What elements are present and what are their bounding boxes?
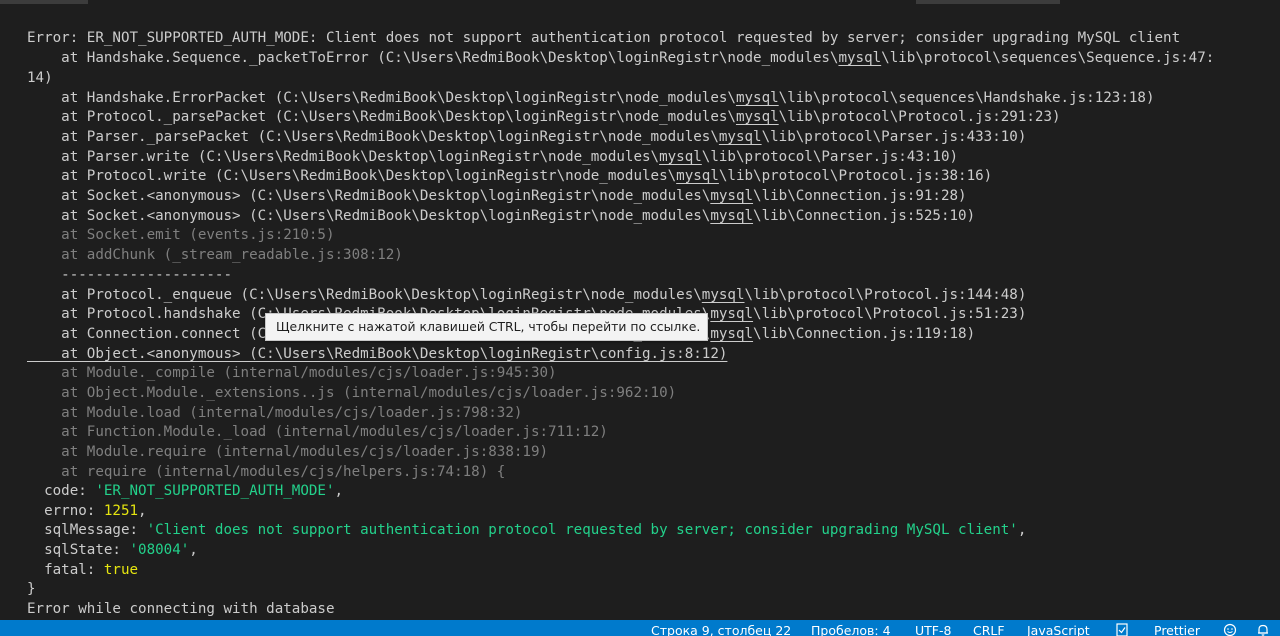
module-name-link[interactable]: mysql xyxy=(676,168,719,184)
terminal-line-dim: at require (internal/modules/cjs/helpers… xyxy=(27,464,506,480)
property-value: true xyxy=(103,562,139,578)
terminal-line[interactable]: at Parser._parsePacket (C:\Users\RedmiBo… xyxy=(27,127,1026,147)
terminal-line-dim: at Module.require (internal/modules/cjs/… xyxy=(27,444,549,460)
indentation[interactable]: Пробелов: 4 xyxy=(811,622,891,636)
stack-separator: -------------------- xyxy=(27,267,232,283)
feedback-icon[interactable] xyxy=(1223,623,1237,636)
terminal-line: Error: ER_NOT_SUPPORTED_AUTH_MODE: Clien… xyxy=(27,30,1181,46)
terminal-line-dim: at Function.Module._load (internal/modul… xyxy=(27,424,608,440)
status-bar: Строка 9, столбец 22 Пробелов: 4 UTF-8 C… xyxy=(0,620,1280,636)
module-name-link[interactable]: mysql xyxy=(702,287,745,303)
module-name-link[interactable]: mysql xyxy=(719,129,762,145)
terminal-line[interactable]: at Protocol._parsePacket (C:\Users\Redmi… xyxy=(27,107,1060,127)
error-prop-fatal: fatal: true xyxy=(27,562,139,578)
error-prop-code: code: 'ER_NOT_SUPPORTED_AUTH_MODE', xyxy=(27,483,344,499)
terminal-line[interactable]: at Socket.<anonymous> (C:\Users\RedmiBoo… xyxy=(27,206,975,226)
module-name-link[interactable]: mysql xyxy=(736,90,779,106)
stack-frame-text: at Handshake.Sequence._packetToError (C:… xyxy=(27,50,1215,66)
error-prop-sqlstate: sqlState: '08004', xyxy=(27,542,198,558)
terminal-top-strip xyxy=(916,0,1060,4)
property-value: '08004' xyxy=(129,542,190,558)
terminal-line-dim: at Module._compile (internal/modules/cjs… xyxy=(27,365,557,381)
terminal-line-dim: at addChunk (_stream_readable.js:308:12) xyxy=(27,247,403,263)
error-prop-errno: errno: 1251, xyxy=(27,503,147,519)
terminal-line[interactable]: at Parser.write (C:\Users\RedmiBook\Desk… xyxy=(27,147,958,167)
terminal-line[interactable]: at Protocol._enqueue (C:\Users\RedmiBook… xyxy=(27,285,1026,305)
terminal-line: 14) xyxy=(27,70,53,86)
line-endings[interactable]: CRLF xyxy=(973,622,1005,636)
terminal-line-hovered-link[interactable]: at Object.<anonymous> (C:\Users\RedmiBoo… xyxy=(27,344,727,364)
vscode-window: Error: ER_NOT_SUPPORTED_AUTH_MODE: Clien… xyxy=(0,0,1280,636)
property-value: 1251 xyxy=(103,503,139,519)
terminal-line[interactable]: at Handshake.ErrorPacket (C:\Users\Redmi… xyxy=(27,88,1154,108)
terminal-top-strip xyxy=(0,0,88,4)
terminal-line-dim: at Object.Module._extensions..js (intern… xyxy=(27,385,677,401)
encoding[interactable]: UTF-8 xyxy=(915,622,951,636)
cursor-position[interactable]: Строка 9, столбец 22 xyxy=(651,622,791,636)
module-name-link[interactable]: mysql xyxy=(710,188,753,204)
formatter-icon[interactable] xyxy=(1115,623,1129,636)
bell-icon[interactable] xyxy=(1256,623,1270,636)
terminal-line-dim: at Socket.emit (events.js:210:5) xyxy=(27,227,335,243)
property-value: 'ER_NOT_SUPPORTED_AUTH_MODE' xyxy=(95,483,335,499)
module-name-link[interactable]: mysql xyxy=(659,149,702,165)
terminal-line-dim: at Module.load (internal/modules/cjs/loa… xyxy=(27,405,523,421)
terminal-line[interactable]: at Socket.<anonymous> (C:\Users\RedmiBoo… xyxy=(27,186,966,206)
terminal-line: at Handshake.Sequence._packetToError (C:… xyxy=(27,48,1214,68)
terminal-panel[interactable]: Error: ER_NOT_SUPPORTED_AUTH_MODE: Clien… xyxy=(0,0,1280,620)
ctrl-click-tooltip: Щелкните с нажатой клавишей CTRL, чтобы … xyxy=(265,313,709,341)
property-value: 'Client does not support authentication … xyxy=(146,522,1018,538)
terminal-line[interactable]: at Protocol.write (C:\Users\RedmiBook\De… xyxy=(27,166,992,186)
prettier-formatter[interactable]: Prettier xyxy=(1154,622,1200,636)
module-name-link[interactable]: mysql xyxy=(710,208,753,224)
module-name-link[interactable]: mysql xyxy=(710,326,753,342)
language-mode[interactable]: JavaScript xyxy=(1027,622,1090,636)
error-prop-sqlmessage: sqlMessage: 'Client does not support aut… xyxy=(27,522,1027,538)
module-name-link[interactable]: mysql xyxy=(838,50,881,66)
connection-error-message: Error while connecting with database xyxy=(27,601,335,617)
module-name-link[interactable]: mysql xyxy=(710,306,753,322)
module-name-link[interactable]: mysql xyxy=(736,109,779,125)
closing-brace: } xyxy=(27,581,36,597)
